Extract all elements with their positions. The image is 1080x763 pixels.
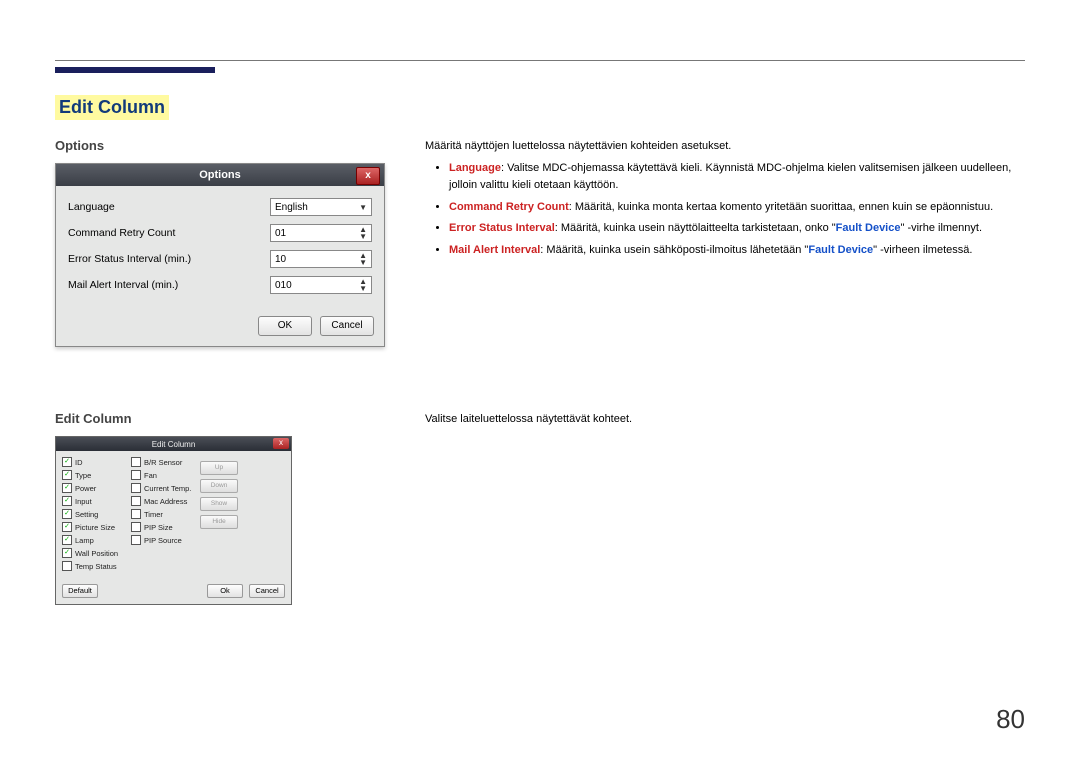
checkbox-icon[interactable]: ✓	[62, 457, 72, 467]
checkbox-icon[interactable]: ✓	[62, 522, 72, 532]
checkbox-label: Picture Size	[75, 523, 115, 532]
options-dialog: Options x Language English ▼ Command Ret…	[55, 163, 385, 347]
default-button[interactable]: Default	[62, 584, 98, 598]
checkbox-row[interactable]: Fan	[131, 470, 196, 480]
subhead-options: Options	[55, 138, 385, 153]
options-esi-field[interactable]: 10 ▲▼	[270, 250, 372, 268]
options-dialog-title: Options	[199, 169, 241, 181]
close-icon[interactable]: x	[273, 438, 289, 449]
checkbox-label: Wall Position	[75, 549, 118, 558]
checkbox-icon[interactable]	[131, 535, 141, 545]
editcolumn-dialog-title: Edit Column	[152, 440, 196, 449]
checkbox-label: Current Temp.	[144, 484, 191, 493]
editcolumn-desc: Valitse laiteluettelossa näytettävät koh…	[425, 413, 632, 425]
checkbox-label: Setting	[75, 510, 98, 519]
checkbox-icon[interactable]	[131, 496, 141, 506]
editcolumn-dialog: Edit Column x ✓ID✓Type✓Power✓Input✓Setti…	[55, 436, 292, 605]
checkbox-icon[interactable]	[131, 483, 141, 493]
checkbox-row[interactable]: ✓Picture Size	[62, 522, 127, 532]
checkbox-label: Mac Address	[144, 497, 187, 506]
options-dialog-titlebar: Options x	[56, 164, 384, 186]
checkbox-label: Fan	[144, 471, 157, 480]
checkbox-icon[interactable]	[131, 470, 141, 480]
checkbox-row[interactable]: Mac Address	[131, 496, 196, 506]
checkbox-label: PIP Size	[144, 523, 173, 532]
spinner-icon: ▲▼	[359, 252, 367, 266]
bullet-crc: Command Retry Count: Määritä, kuinka mon…	[449, 199, 1025, 217]
checkbox-label: B/R Sensor	[144, 458, 182, 467]
checkbox-icon[interactable]	[62, 561, 72, 571]
checkbox-row[interactable]: ✓Power	[62, 483, 127, 493]
checkbox-row[interactable]: PIP Size	[131, 522, 196, 532]
checkbox-icon[interactable]	[131, 509, 141, 519]
checkbox-icon[interactable]: ✓	[62, 496, 72, 506]
ok-button[interactable]: Ok	[207, 584, 243, 598]
chevron-down-icon: ▼	[359, 204, 367, 211]
checkbox-icon[interactable]: ✓	[62, 483, 72, 493]
checkbox-row[interactable]: Temp Status	[62, 561, 127, 571]
checkbox-row[interactable]: PIP Source	[131, 535, 196, 545]
bullet-mai: Mail Alert Interval: Määritä, kuinka use…	[449, 242, 1025, 260]
checkbox-label: Timer	[144, 510, 163, 519]
checkbox-icon[interactable]	[131, 457, 141, 467]
checkbox-row[interactable]: Timer	[131, 509, 196, 519]
checkbox-label: Power	[75, 484, 96, 493]
cancel-button[interactable]: Cancel	[320, 316, 374, 336]
checkbox-icon[interactable]: ✓	[62, 548, 72, 558]
options-language-label: Language	[68, 201, 115, 213]
page-number: 80	[996, 704, 1025, 735]
cancel-button[interactable]: Cancel	[249, 584, 285, 598]
checkbox-row[interactable]: ✓Type	[62, 470, 127, 480]
spinner-icon: ▲▼	[359, 226, 367, 240]
checkbox-label: Type	[75, 471, 91, 480]
checkbox-row[interactable]: B/R Sensor	[131, 457, 196, 467]
spinner-icon: ▲▼	[359, 278, 367, 292]
options-mai-field[interactable]: 010 ▲▼	[270, 276, 372, 294]
checkbox-label: ID	[75, 458, 83, 467]
checkbox-row[interactable]: ✓Wall Position	[62, 548, 127, 558]
checkbox-icon[interactable]: ✓	[62, 509, 72, 519]
up-button[interactable]: Up	[200, 461, 238, 475]
checkbox-icon[interactable]	[131, 522, 141, 532]
options-crc-label: Command Retry Count	[68, 227, 175, 239]
checkbox-icon[interactable]: ✓	[62, 470, 72, 480]
checkbox-icon[interactable]: ✓	[62, 535, 72, 545]
checkbox-row[interactable]: ✓ID	[62, 457, 127, 467]
close-icon[interactable]: x	[356, 167, 380, 185]
checkbox-row[interactable]: ✓Input	[62, 496, 127, 506]
checkbox-label: Lamp	[75, 536, 94, 545]
subhead-editcolumn: Edit Column	[55, 411, 385, 426]
options-crc-field[interactable]: 01 ▲▼	[270, 224, 372, 242]
options-language-field[interactable]: English ▼	[270, 198, 372, 216]
checkbox-row[interactable]: ✓Lamp	[62, 535, 127, 545]
header-accent-bar	[55, 67, 215, 73]
ok-button[interactable]: OK	[258, 316, 312, 336]
checkbox-label: Temp Status	[75, 562, 117, 571]
down-button[interactable]: Down	[200, 479, 238, 493]
show-button[interactable]: Show	[200, 497, 238, 511]
options-mai-label: Mail Alert Interval (min.)	[68, 279, 178, 291]
section-title: Edit Column	[55, 95, 169, 120]
checkbox-row[interactable]: Current Temp.	[131, 483, 196, 493]
editcolumn-dialog-titlebar: Edit Column x	[56, 437, 291, 451]
bullet-language: Language: Valitse MDC-ohjemassa käytettä…	[449, 160, 1025, 195]
bullet-esi: Error Status Interval: Määritä, kuinka u…	[449, 220, 1025, 238]
checkbox-label: PIP Source	[144, 536, 182, 545]
intro-text: Määritä näyttöjen luettelossa näytettävi…	[425, 138, 1025, 156]
checkbox-label: Input	[75, 497, 92, 506]
checkbox-row[interactable]: ✓Setting	[62, 509, 127, 519]
options-esi-label: Error Status Interval (min.)	[68, 253, 191, 265]
hide-button[interactable]: Hide	[200, 515, 238, 529]
